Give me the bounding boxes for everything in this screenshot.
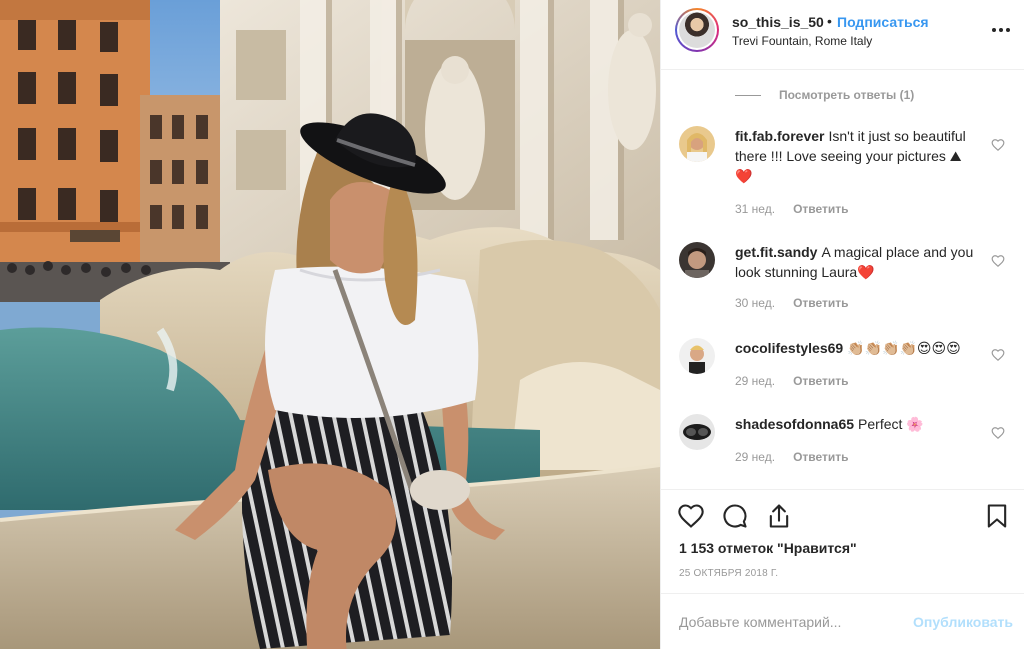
commenter-avatar[interactable]: [679, 242, 715, 278]
view-replies-label: Посмотреть ответы (1): [779, 88, 915, 102]
author-username[interactable]: so_this_is_50: [732, 14, 824, 30]
like-comment-heart-icon[interactable]: [991, 348, 1005, 362]
like-comment-heart-icon[interactable]: [991, 254, 1005, 268]
comment-meta: 30 нед. Ответить: [735, 296, 849, 310]
comment-text-block: shadesofdonna65 Perfect 🌸: [735, 414, 975, 434]
post-actions: 1 153 отметок "Нравится" 25 ОКТЯБРЯ 2018…: [661, 489, 1024, 593]
commenter-avatar[interactable]: [679, 126, 715, 162]
follow-button[interactable]: Подписаться: [837, 14, 929, 30]
trevi-fountain-photo: [0, 0, 660, 649]
post-location[interactable]: Trevi Fountain, Rome Italy: [732, 34, 872, 48]
likes-count[interactable]: 1 153 отметок "Нравится": [679, 540, 857, 556]
post-side-panel: so_this_is_50 • Подписаться Trevi Founta…: [660, 0, 1024, 649]
like-comment-heart-icon[interactable]: [991, 138, 1005, 152]
comment-time[interactable]: 30 нед.: [735, 296, 775, 310]
add-comment-bar: Опубликовать: [661, 593, 1024, 649]
comment-bubble-icon[interactable]: [721, 502, 749, 530]
comment-time[interactable]: 31 нед.: [735, 202, 775, 216]
comment-text: Perfect 🌸: [858, 416, 924, 432]
reply-button[interactable]: Ответить: [793, 202, 848, 216]
post-header: so_this_is_50 • Подписаться Trevi Founta…: [661, 0, 1024, 70]
comment-meta: 29 нед. Ответить: [735, 374, 849, 388]
commenter-avatar[interactable]: [679, 338, 715, 374]
comment-input[interactable]: [679, 612, 899, 632]
separator-dot: •: [827, 13, 832, 29]
author-avatar[interactable]: [675, 8, 719, 52]
comment-username[interactable]: cocolifestyles69: [735, 340, 843, 356]
replies-divider-line: [735, 94, 761, 96]
comment-meta: 29 нед. Ответить: [735, 450, 849, 464]
comment-username[interactable]: shadesofdonna65: [735, 416, 854, 432]
comment-text-block: get.fit.sandy A magical place and you loo…: [735, 242, 975, 282]
comment-time[interactable]: 29 нед.: [735, 450, 775, 464]
comment-username[interactable]: get.fit.sandy: [735, 244, 817, 260]
comment-meta: 31 нед. Ответить: [735, 202, 849, 216]
share-icon[interactable]: [765, 502, 793, 530]
more-options-icon[interactable]: [989, 18, 1013, 42]
post-date[interactable]: 25 ОКТЯБРЯ 2018 Г.: [679, 568, 778, 579]
comment-username[interactable]: fit.fab.forever: [735, 128, 824, 144]
view-replies-button[interactable]: Посмотреть ответы (1): [735, 87, 914, 103]
save-bookmark-icon[interactable]: [983, 502, 1011, 530]
comment-time[interactable]: 29 нед.: [735, 374, 775, 388]
comment-text: 👏🏼👏🏼👏🏼👏🏼😍😍😍: [847, 340, 961, 356]
post-photo[interactable]: [0, 0, 660, 649]
publish-button[interactable]: Опубликовать: [913, 614, 1013, 630]
like-heart-icon[interactable]: [677, 502, 705, 530]
comment-text-block: cocolifestyles69 👏🏼👏🏼👏🏼👏🏼😍😍😍: [735, 338, 975, 358]
reply-button[interactable]: Ответить: [793, 450, 848, 464]
comment-text-block: fit.fab.forever Isn't it just so beautifu…: [735, 126, 975, 186]
commenter-avatar[interactable]: [679, 414, 715, 450]
like-comment-heart-icon[interactable]: [991, 426, 1005, 440]
reply-button[interactable]: Ответить: [793, 374, 848, 388]
reply-button[interactable]: Ответить: [793, 296, 848, 310]
